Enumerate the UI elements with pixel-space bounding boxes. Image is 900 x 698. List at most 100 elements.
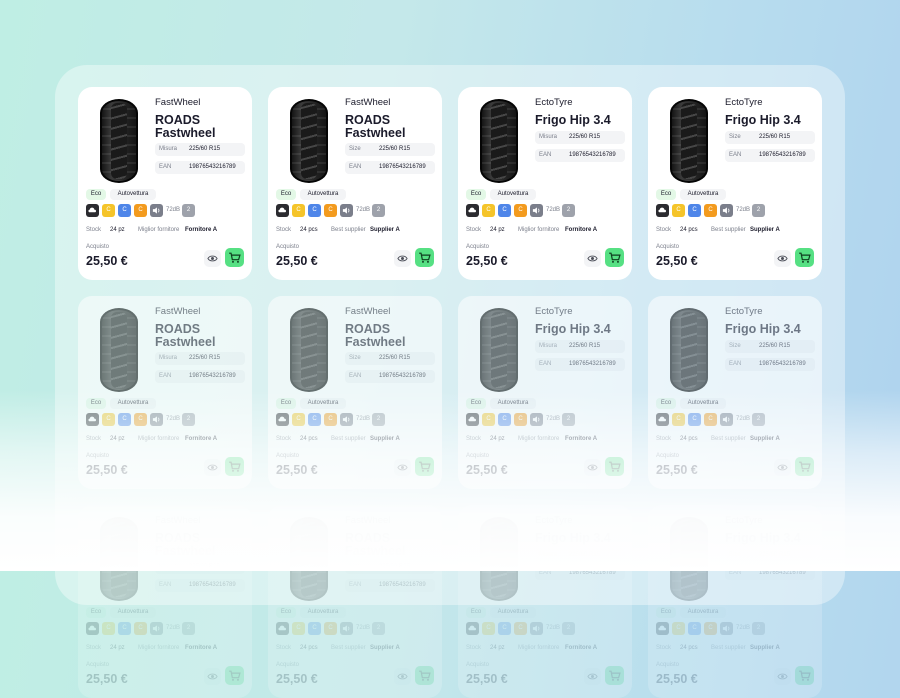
add-to-cart-button[interactable] [795, 666, 814, 685]
size-value: 225/60 R15 [569, 552, 601, 558]
noise-value: 72dB [736, 625, 751, 631]
size-row: Size 225/60 R15 [725, 131, 815, 144]
add-to-cart-button[interactable] [415, 457, 434, 476]
product-card[interactable]: FastWheel ROADS Fastwheel Misura 225/60 … [78, 296, 252, 489]
size-value: 225/60 R15 [379, 355, 411, 361]
view-button[interactable] [204, 250, 221, 267]
product-card[interactable]: EctoTyre Frigo Hip 3.4 Misura 225/60 R15… [458, 296, 632, 489]
view-button[interactable] [204, 459, 221, 476]
add-to-cart-button[interactable] [605, 248, 624, 267]
model-name[interactable]: Frigo Hip 3.4 [535, 323, 627, 336]
add-to-cart-button[interactable] [225, 666, 244, 685]
model-name[interactable]: ROADS Fastwheel [345, 532, 437, 557]
view-button[interactable] [394, 250, 411, 267]
noise-value: 72dB [546, 625, 561, 631]
add-to-cart-button[interactable] [795, 457, 814, 476]
purchase-label: Acquisto [86, 453, 110, 459]
purchase-label: Acquisto [276, 453, 300, 459]
view-button[interactable] [774, 459, 791, 476]
speaker-icon [530, 413, 543, 426]
view-button[interactable] [774, 668, 791, 685]
product-card[interactable]: FastWheel ROADS Fastwheel Misura 225/60 … [78, 87, 252, 280]
tyre-image [480, 517, 518, 601]
add-to-cart-button[interactable] [605, 457, 624, 476]
grip-icon: C [704, 622, 717, 635]
view-button[interactable] [774, 250, 791, 267]
vehicle-type-badge: Autovettura [300, 189, 346, 200]
size-value: 225/60 R15 [379, 564, 411, 570]
brand-name: FastWheel [345, 515, 391, 526]
view-button[interactable] [394, 668, 411, 685]
price: 25,50 € [656, 254, 698, 268]
product-card[interactable]: FastWheel ROADS Fastwheel Size 225/60 R1… [268, 505, 442, 698]
view-button[interactable] [584, 668, 601, 685]
grip-icon: C [514, 204, 527, 217]
ean-value: 19876543216789 [379, 582, 426, 588]
model-name[interactable]: ROADS Fastwheel [155, 532, 247, 557]
size-label: Size [729, 134, 741, 140]
model-name[interactable]: Frigo Hip 3.4 [725, 532, 817, 545]
view-button[interactable] [204, 668, 221, 685]
ean-label: EAN [159, 164, 172, 170]
tyre-image [100, 308, 138, 392]
model-name[interactable]: Frigo Hip 3.4 [725, 323, 817, 336]
view-button[interactable] [584, 459, 601, 476]
eco-badge: Eco [466, 398, 486, 409]
product-card[interactable]: FastWheel ROADS Fastwheel Size 225/60 R1… [268, 296, 442, 489]
rain-icon: C [118, 622, 131, 635]
supplier-label: Best supplier [711, 227, 746, 233]
ean-row: EAN 19876543216789 [535, 149, 625, 162]
speaker-icon [150, 622, 163, 635]
ean-row: EAN 19876543216789 [155, 370, 245, 383]
fuel-icon: C [102, 622, 115, 635]
model-name[interactable]: ROADS Fastwheel [155, 323, 247, 348]
model-name[interactable]: ROADS Fastwheel [345, 323, 437, 348]
ean-row: EAN 19876543216789 [345, 161, 435, 174]
product-card[interactable]: EctoTyre Frigo Hip 3.4 Size 225/60 R15 E… [648, 296, 822, 489]
size-value: 225/60 R15 [379, 146, 411, 152]
fuel-icon: C [292, 204, 305, 217]
model-name[interactable]: Frigo Hip 3.4 [535, 532, 627, 545]
rain-icon: C [118, 204, 131, 217]
price: 25,50 € [466, 254, 508, 268]
add-to-cart-button[interactable] [605, 666, 624, 685]
ean-value: 19876543216789 [569, 152, 616, 158]
stock-value: 24 pcs [680, 645, 698, 651]
model-name[interactable]: ROADS Fastwheel [155, 114, 247, 139]
tyre-image [670, 99, 708, 183]
product-card[interactable]: EctoTyre Frigo Hip 3.4 Misura 225/60 R15… [458, 87, 632, 280]
fuel-icon: C [292, 622, 305, 635]
add-to-cart-button[interactable] [225, 248, 244, 267]
stock-label: Stock [276, 227, 292, 233]
model-name[interactable]: ROADS Fastwheel [345, 114, 437, 139]
rain-icon: C [498, 413, 511, 426]
purchase-label: Acquisto [276, 244, 300, 250]
product-card[interactable]: EctoTyre Frigo Hip 3.4 Size 225/60 R15 E… [648, 87, 822, 280]
model-name[interactable]: Frigo Hip 3.4 [725, 114, 817, 127]
ean-row: EAN 19876543216789 [725, 358, 815, 371]
noise-class-badge: 2 [562, 413, 575, 426]
model-name[interactable]: Frigo Hip 3.4 [535, 114, 627, 127]
rain-icon: C [498, 204, 511, 217]
view-button[interactable] [584, 250, 601, 267]
add-to-cart-button[interactable] [415, 248, 434, 267]
product-card[interactable]: EctoTyre Frigo Hip 3.4 Misura 225/60 R15… [458, 505, 632, 698]
price: 25,50 € [276, 254, 318, 268]
product-card[interactable]: EctoTyre Frigo Hip 3.4 Size 225/60 R15 E… [648, 505, 822, 698]
vehicle-type-badge: Autovettura [680, 607, 726, 618]
noise-value: 72dB [166, 416, 181, 422]
add-to-cart-button[interactable] [415, 666, 434, 685]
fuel-icon: C [292, 413, 305, 426]
size-row: Size 225/60 R15 [345, 352, 435, 365]
product-card[interactable]: FastWheel ROADS Fastwheel Size 225/60 R1… [268, 87, 442, 280]
fuel-icon: C [102, 204, 115, 217]
vehicle-type-badge: Autovettura [110, 607, 156, 618]
size-row: Size 225/60 R15 [725, 340, 815, 353]
add-to-cart-button[interactable] [225, 457, 244, 476]
price: 25,50 € [86, 254, 128, 268]
purchase-label: Acquisto [656, 662, 680, 668]
view-button[interactable] [394, 459, 411, 476]
product-card[interactable]: FastWheel ROADS Fastwheel Misura 225/60 … [78, 505, 252, 698]
add-to-cart-button[interactable] [795, 248, 814, 267]
size-row: Misura 225/60 R15 [535, 549, 625, 562]
